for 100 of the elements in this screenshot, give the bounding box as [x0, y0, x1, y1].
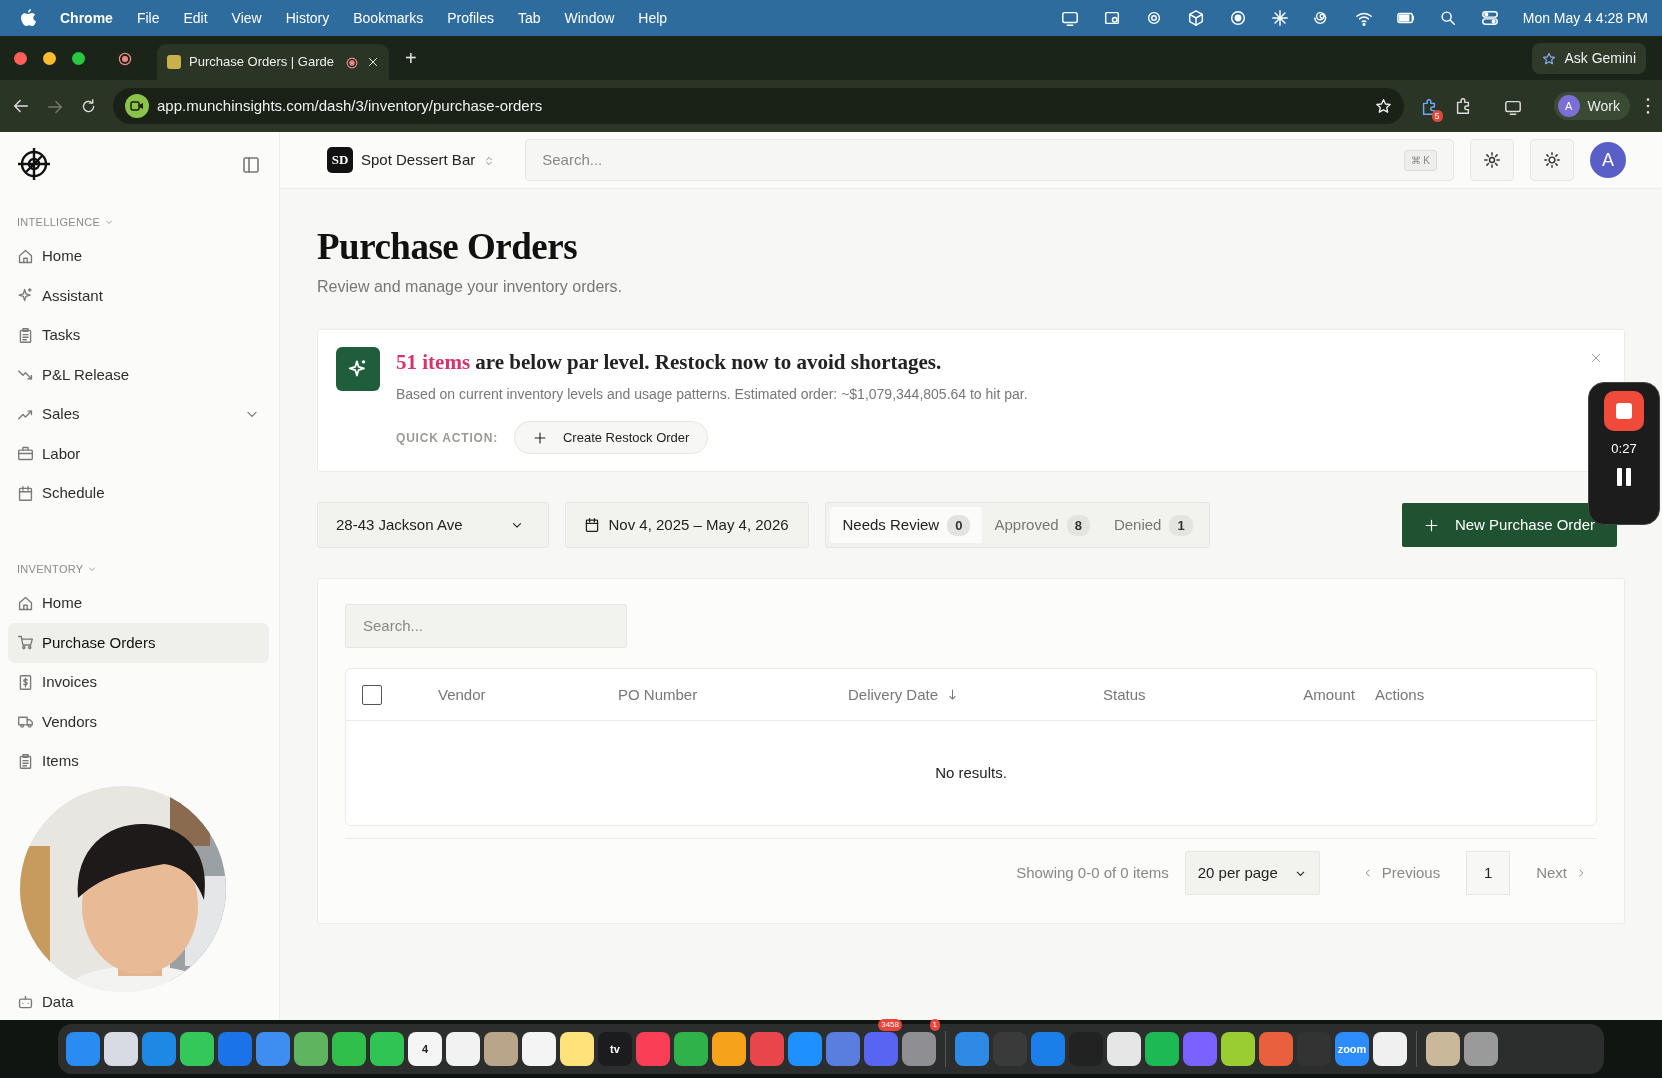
ask-gemini-button[interactable]: Ask Gemini: [1532, 42, 1646, 74]
search-icon: [1438, 9, 1457, 27]
column-header[interactable]: Delivery Date: [848, 683, 939, 707]
sidebar-item[interactable]: Assistant: [8, 276, 269, 316]
user-avatar[interactable]: A: [1590, 142, 1626, 178]
sidebar-item[interactable]: Tasks: [8, 315, 269, 355]
notification-badge: 1: [929, 1019, 940, 1031]
more-icon[interactable]: [1646, 98, 1650, 114]
app-icon[interactable]: [1107, 1032, 1141, 1066]
address-bar[interactable]: app.munchinsights.com/dash/3/inventory/purchase-orders: [113, 88, 1404, 124]
app-icon[interactable]: [446, 1032, 480, 1066]
settings-button[interactable]: [1470, 139, 1514, 181]
pause-icon[interactable]: [1616, 466, 1632, 487]
sidebar-item[interactable]: Data: [8, 988, 269, 1016]
page-number-button[interactable]: 1: [1466, 851, 1511, 896]
app-icon[interactable]: [104, 1032, 138, 1066]
sidebar-item[interactable]: Vendors: [8, 702, 269, 742]
browser-tab[interactable]: Purchase Orders | Garde: [157, 44, 389, 80]
sidebar-item[interactable]: Home: [8, 583, 269, 623]
sidebar-item[interactable]: Labor: [8, 434, 269, 474]
cube-icon: [1186, 9, 1205, 27]
column-header[interactable]: Vendor: [438, 683, 486, 707]
app-icon[interactable]: [712, 1032, 746, 1066]
profile-button[interactable]: A Work: [1553, 92, 1630, 120]
app-icon[interactable]: [674, 1032, 708, 1066]
stop-recording-button[interactable]: [1604, 391, 1644, 431]
panel-icon: [241, 154, 261, 175]
menu-item[interactable]: File: [136, 7, 160, 29]
create-restock-order-button[interactable]: Create Restock Order: [513, 420, 709, 455]
status-tab[interactable]: Approved 8: [982, 507, 1102, 544]
close-icon: [1590, 352, 1602, 365]
menu-item[interactable]: Tab: [517, 7, 541, 29]
url-text: app.munchinsights.com/dash/3/inventory/purchase-orders: [157, 95, 544, 116]
app-icon[interactable]: [1145, 1032, 1179, 1066]
column-header[interactable]: Actions: [1375, 683, 1425, 707]
tab-icon: [1102, 9, 1121, 27]
app-icon[interactable]: [294, 1032, 328, 1066]
sparkle-icon: [336, 347, 380, 392]
theme-toggle-button[interactable]: [1530, 139, 1574, 181]
plus-icon: [1423, 517, 1439, 533]
menu-item[interactable]: Chrome: [60, 7, 113, 29]
column-header[interactable]: Status: [1103, 683, 1146, 707]
app-icon[interactable]: [1221, 1032, 1255, 1066]
location-dropdown[interactable]: 28-43 Jackson Ave: [317, 502, 550, 549]
menu-item[interactable]: Window: [564, 7, 615, 29]
section-heading[interactable]: INTELLIGENCE: [17, 214, 101, 231]
app-icon[interactable]: [1426, 1032, 1460, 1066]
sidebar-item[interactable]: Home: [8, 236, 269, 276]
app-icon[interactable]: [484, 1032, 518, 1066]
next-page-button[interactable]: Next: [1526, 862, 1597, 885]
logo-icon[interactable]: [16, 146, 52, 182]
empty-message: No results.: [935, 763, 1007, 784]
count-badge: 0: [947, 514, 971, 537]
column-header[interactable]: PO Number: [618, 683, 698, 707]
store-selector[interactable]: SD Spot Dessert Bar: [327, 147, 496, 173]
sidebar-item[interactable]: Sales: [8, 394, 269, 434]
clipboard-icon: [17, 752, 34, 770]
date-range-picker[interactable]: Nov 4, 2025 – May 4, 2026: [565, 502, 810, 549]
close-icon: [367, 56, 379, 68]
menu-item[interactable]: View: [231, 7, 262, 29]
sidebar-item[interactable]: Invoices: [8, 662, 269, 702]
avatar: A: [1557, 95, 1580, 117]
sidebar-item[interactable]: Schedule: [8, 473, 269, 513]
menubar-clock[interactable]: Mon May 4 4:28 PM: [1522, 7, 1648, 29]
app-icon[interactable]: tv: [598, 1032, 632, 1066]
app-icon[interactable]: [180, 1032, 214, 1066]
status-tab[interactable]: Needs Review 0: [830, 507, 983, 544]
zoom-window-button[interactable]: [72, 51, 85, 65]
menu-item[interactable]: Profiles: [447, 7, 494, 29]
notification-badge: 3458: [878, 1019, 902, 1031]
section-heading[interactable]: INVENTORY: [17, 561, 84, 578]
menu-item[interactable]: Edit: [183, 7, 208, 29]
calendar-icon: [17, 484, 34, 502]
app-icon[interactable]: [370, 1032, 404, 1066]
select-all-checkbox[interactable]: [362, 684, 382, 705]
page-size-dropdown[interactable]: 20 per page: [1184, 851, 1320, 896]
close-button[interactable]: [1590, 352, 1602, 365]
app-icon[interactable]: [522, 1032, 556, 1066]
app-icon[interactable]: [332, 1032, 366, 1066]
new-purchase-order-button[interactable]: New Purchase Order: [1401, 503, 1617, 548]
app-icon[interactable]: [560, 1032, 594, 1066]
status-tab[interactable]: Denied 1: [1101, 507, 1205, 544]
menu-item[interactable]: History: [285, 7, 330, 29]
menu-item[interactable]: Help: [638, 7, 668, 29]
plus-icon: [532, 430, 547, 445]
sidebar-item[interactable]: P&L Release: [8, 355, 269, 395]
column-header[interactable]: Amount: [1303, 683, 1355, 707]
close-window-button[interactable]: [14, 51, 27, 65]
app-icon[interactable]: 4: [408, 1032, 442, 1066]
new-tab-button[interactable]: +: [405, 43, 417, 73]
app-icon[interactable]: [1373, 1032, 1407, 1066]
sidebar-item[interactable]: Items: [8, 741, 269, 781]
calendar-icon: [584, 517, 601, 534]
quick-action-label: QUICK ACTION:: [396, 429, 498, 447]
store-logo: SD: [327, 147, 353, 173]
sidebar-item[interactable]: Purchase Orders: [8, 623, 269, 663]
invoice-icon: [17, 673, 34, 691]
minimize-window-button[interactable]: [43, 51, 56, 65]
menu-item[interactable]: Bookmarks: [353, 7, 424, 29]
recording-time: 0:27: [1611, 440, 1637, 458]
